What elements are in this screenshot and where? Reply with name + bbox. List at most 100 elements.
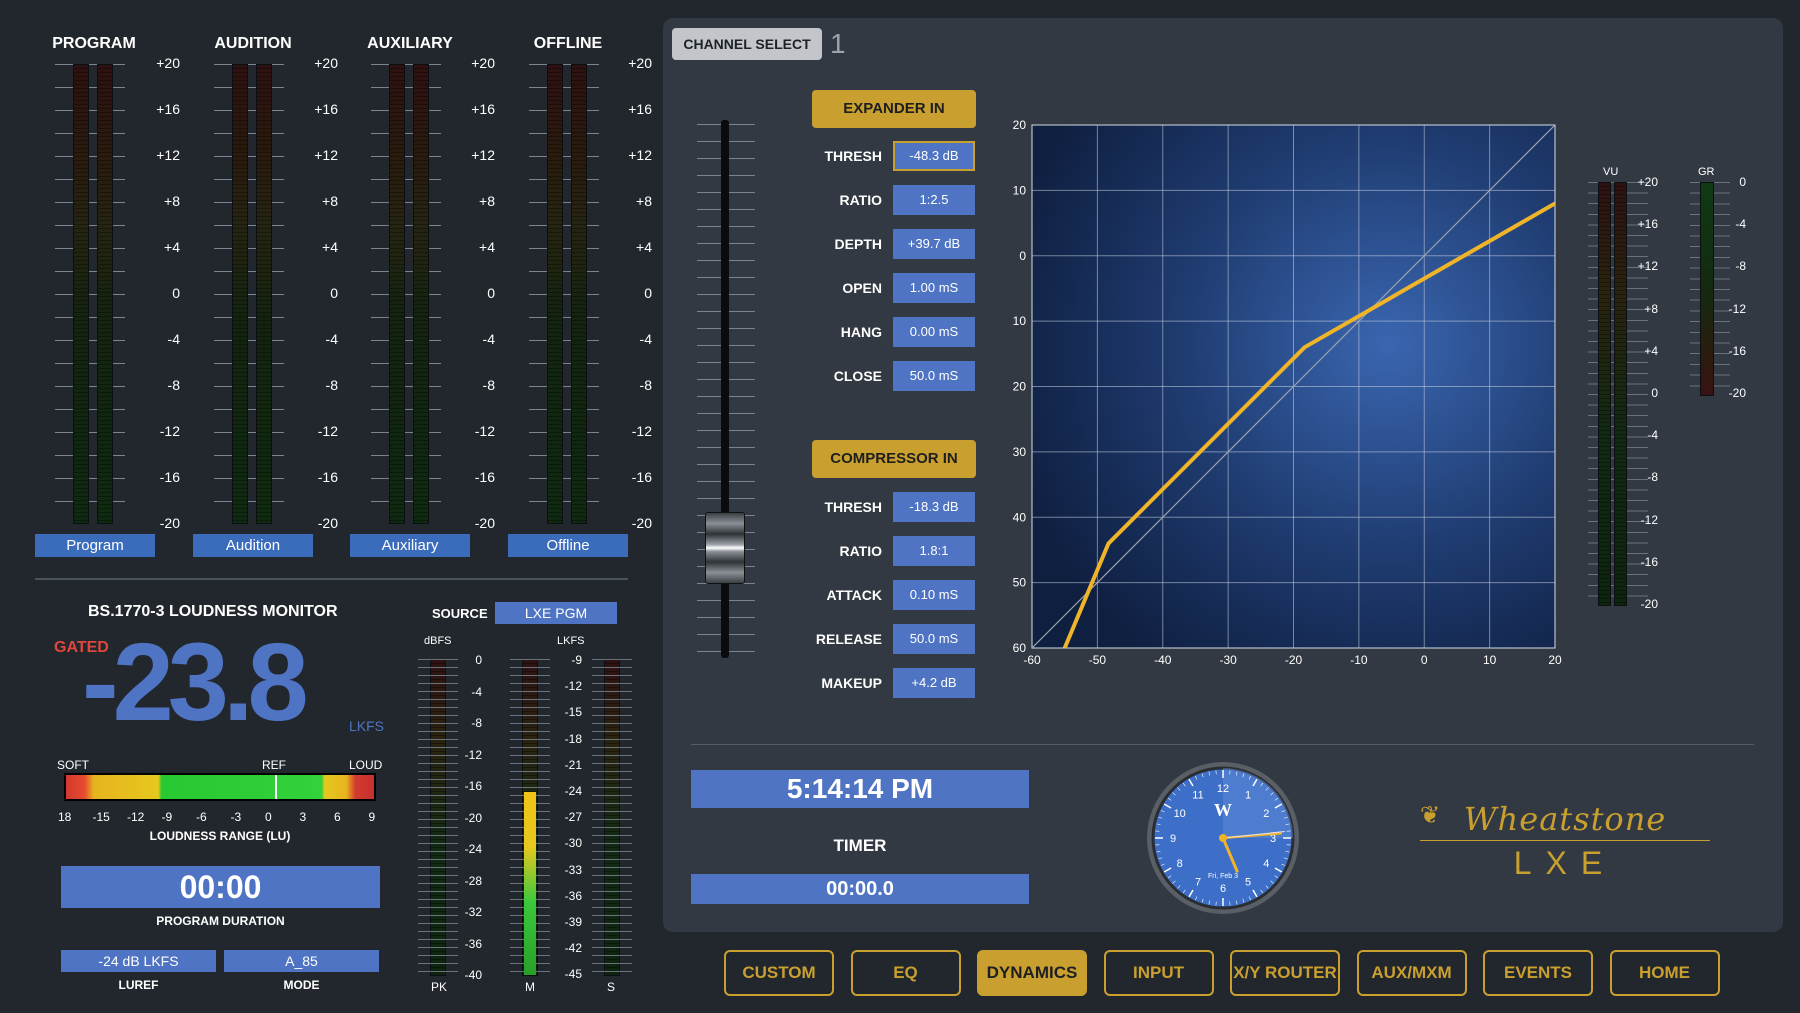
dbfs-scale-label: -32	[464, 905, 482, 919]
expander-label: CLOSE	[833, 368, 882, 384]
compressor-value-field[interactable]: 0.10 mS	[893, 580, 975, 610]
expander-value-field[interactable]: 1.00 mS	[893, 273, 975, 303]
meter-bar-left	[547, 64, 563, 524]
range-tick-label: 9	[368, 810, 376, 824]
meter-button-auxiliary[interactable]: Auxiliary	[350, 534, 470, 557]
chart-y-tick-label: 10	[1013, 314, 1027, 328]
meter-scale-label: -4	[482, 331, 495, 347]
meter-scale-label: +16	[314, 101, 338, 117]
nav-button-home[interactable]: HOME	[1609, 950, 1720, 996]
clock-center	[1219, 834, 1227, 842]
nav-button-events[interactable]: EVENTS	[1483, 950, 1593, 996]
wheat-icon: ❦	[1420, 802, 1441, 829]
compressor-value-field[interactable]: +4.2 dB	[893, 668, 975, 698]
clock-number: 4	[1263, 858, 1269, 870]
range-title: LOUDNESS RANGE (LU)	[149, 829, 291, 843]
nav-button-x-y-router[interactable]: X/Y ROUTER	[1230, 950, 1340, 996]
range-ref-label: REF	[262, 758, 286, 772]
gr-scale-label: -12	[1728, 301, 1746, 316]
lkfs-scale-label: -9	[571, 653, 582, 667]
range-tick-label: -12	[127, 810, 145, 824]
meter-scale-label: 0	[172, 285, 180, 301]
vu-scale-label: +8	[1644, 301, 1658, 316]
lkfs-scale-label: -30	[564, 836, 582, 851]
pk-label: PK	[431, 980, 448, 994]
nav-button-eq[interactable]: EQ	[850, 950, 961, 996]
lkfs-scale-label: -36	[564, 888, 582, 903]
expander-value-field[interactable]: 50.0 mS	[893, 361, 975, 391]
luref-field[interactable]: -24 dB LKFS	[61, 950, 216, 972]
meter-bar-right	[413, 64, 429, 524]
nav-button-custom[interactable]: CUSTOM	[724, 950, 834, 996]
fader-knob[interactable]	[705, 512, 745, 584]
mode-label: MODE	[283, 978, 320, 992]
meter-scale-label: +8	[636, 193, 652, 209]
meter-bar-left	[232, 64, 248, 524]
meter-bar-right	[571, 64, 587, 524]
meter-scale-label: -16	[317, 469, 338, 485]
dbfs-scale-label: -20	[464, 810, 482, 825]
meter-title-program: PROGRAM	[52, 35, 136, 52]
compressor-value-field[interactable]: 1.8:1	[893, 536, 975, 566]
expander-value-field[interactable]: 1:2.5	[893, 185, 975, 215]
compressor-in-button[interactable]: COMPRESSOR IN	[812, 440, 976, 478]
lkfs-scale-label: -33	[564, 862, 582, 877]
expander-value-field[interactable]: -48.3 dB	[893, 141, 975, 171]
range-tick-label: 3	[299, 810, 307, 824]
clock-date: Fri, Feb 3	[1208, 873, 1238, 880]
chart-y-tick-label: 50	[1013, 576, 1027, 590]
dbfs-label: dBFS	[424, 635, 452, 647]
dbfs-scale-label: -36	[464, 936, 482, 951]
dbfs-scale-label: -40	[464, 968, 482, 982]
meter-scale-label: +8	[322, 193, 338, 209]
chart-x-tick-label: 20	[1548, 653, 1562, 667]
meter-button-offline[interactable]: Offline	[508, 534, 628, 557]
gr-scale-label: -8	[1735, 259, 1746, 274]
meter-scale-label: -16	[159, 469, 180, 485]
clock-number: 10	[1174, 808, 1186, 820]
gr-scale-label: -4	[1735, 217, 1746, 232]
m-meter-fill	[524, 792, 536, 975]
meter-button-program[interactable]: Program	[35, 534, 155, 557]
meter-scale-label: -4	[325, 331, 338, 347]
mode-field[interactable]: A_85	[224, 950, 379, 972]
expander-label: THRESH	[824, 148, 882, 164]
compressor-value-field[interactable]: -18.3 dB	[893, 492, 975, 522]
lkfs-scale-label: -15	[564, 705, 582, 720]
channel-number: 1	[830, 28, 846, 59]
expander-value-field[interactable]: +39.7 dB	[893, 229, 975, 259]
chart-y-tick-label: 30	[1013, 445, 1027, 459]
compressor-label: RELEASE	[815, 631, 882, 647]
vu-scale-label: +20	[1637, 175, 1658, 189]
expander-in-button[interactable]: EXPANDER IN	[812, 90, 976, 128]
meter-scale-label: -16	[631, 469, 652, 485]
timer-display[interactable]: 00:00.0	[691, 874, 1029, 904]
expander-value-field[interactable]: 0.00 mS	[893, 317, 975, 347]
meter-scale-label: -8	[639, 377, 652, 393]
expander-label: OPEN	[842, 280, 882, 296]
compressor-value-field[interactable]: 50.0 mS	[893, 624, 975, 654]
meter-title-audition: AUDITION	[214, 35, 292, 52]
meter-scale-label: +12	[628, 147, 652, 163]
vu-scale-label: 0	[1651, 386, 1658, 400]
lkfs-scale-label: -21	[564, 757, 582, 772]
range-tick-label: -9	[161, 810, 173, 824]
chart-y-tick-label: 20	[1013, 380, 1027, 394]
chart-x-tick-label: -30	[1219, 653, 1237, 667]
nav-button-aux-mxm[interactable]: AUX/MXM	[1356, 950, 1467, 996]
nav-button-dynamics[interactable]: DYNAMICS	[977, 950, 1087, 996]
clock-number: 8	[1177, 858, 1183, 870]
channel-select-button[interactable]: CHANNEL SELECT	[672, 28, 822, 60]
brand-logo: Wheatstone LXE	[1420, 800, 1710, 882]
meter-scale-label: +20	[628, 55, 652, 71]
meter-button-audition[interactable]: Audition	[193, 534, 313, 557]
vu-scale-label: -8	[1647, 470, 1658, 485]
lkfs-label: LKFS	[557, 635, 585, 647]
meter-bar-left	[73, 64, 89, 524]
source-select[interactable]: LXE PGM	[495, 602, 617, 624]
nav-button-input[interactable]: INPUT	[1103, 950, 1214, 996]
s-ticks	[592, 659, 632, 976]
luref-label: LUREF	[118, 978, 159, 992]
meter-scale-label: -4	[639, 331, 652, 347]
meter-scale-label: +20	[314, 55, 338, 71]
